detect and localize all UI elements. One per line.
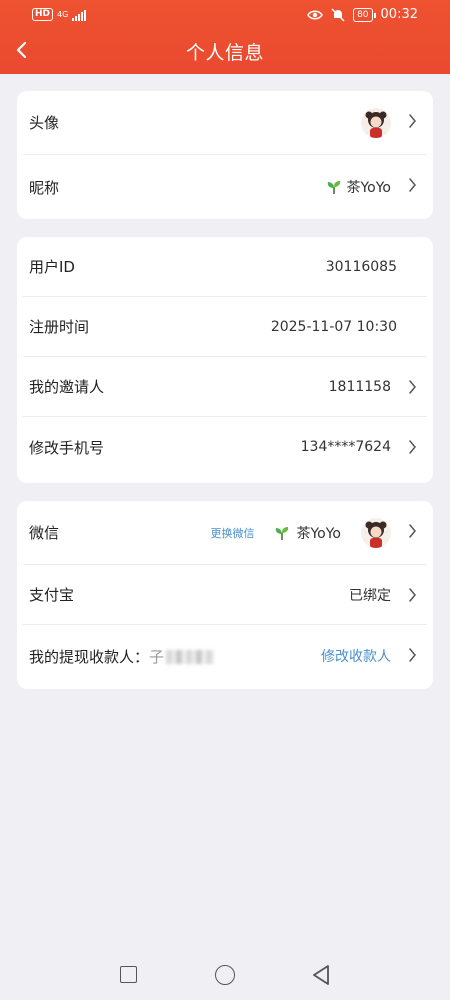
payee-row[interactable]: 我的提现收款人：子 修改收款人 [23,625,427,687]
app-header: HD 4G 80 00:32 个人信息 [0,0,450,74]
nickname-label: 昵称 [29,178,60,197]
chevron-right-icon [409,114,416,128]
mute-bell-icon [331,7,345,22]
payee-name-blurred [166,650,215,664]
alipay-status: 已绑定 [349,587,391,604]
wechat-row[interactable]: 微信 更换微信 茶YoYo [23,501,427,565]
chevron-right-icon [409,648,416,662]
signal-icon [72,9,87,21]
chevron-right-icon [409,380,416,394]
payee-label: 我的提现收款人：子 [29,646,215,667]
nickname-value: 茶YoYo [326,177,391,197]
wechat-avatar [361,517,391,548]
user-id-row: 用户ID 30116085 [23,237,427,297]
avatar [361,107,391,138]
inviter-row[interactable]: 我的邀请人 1811158 [23,357,427,417]
phone-label: 修改手机号 [29,438,105,457]
inviter-value: 1811158 [328,378,391,395]
sprout-icon [276,526,289,540]
phone-value: 134****7624 [300,439,391,455]
chevron-right-icon [409,524,416,538]
register-time-row: 注册时间 2025-11-07 10:30 [23,297,427,357]
chevron-right-icon [409,440,416,454]
home-button[interactable] [215,965,235,985]
avatar-row[interactable]: 头像 [23,91,427,155]
phone-row[interactable]: 修改手机号 134****7624 [23,417,427,477]
sprout-icon [328,181,341,194]
status-right: 80 00:32 [307,7,418,22]
chevron-right-icon [409,588,416,602]
status-left: HD 4G [32,8,87,21]
wechat-name: 茶YoYo [296,525,341,542]
payee-name-visible: 子 [149,647,165,666]
payee-label-text: 我的提现收款人： [29,647,150,666]
register-time-label: 注册时间 [29,318,90,336]
binding-card: 微信 更换微信 茶YoYo 支付宝 已绑定 我的提现收款人：子 修改收款人 [17,501,433,689]
register-time-value: 2025-11-07 10:30 [270,318,397,335]
wechat-value: 更换微信 茶YoYo [210,517,391,548]
battery-icon: 80 [353,7,377,22]
avatar-label: 头像 [29,114,60,132]
account-card: 用户ID 30116085 注册时间 2025-11-07 10:30 我的邀请… [17,237,433,483]
recent-apps-button[interactable] [120,966,137,983]
network-type: 4G [57,9,69,19]
status-time: 00:32 [380,7,418,22]
chevron-right-icon [409,178,416,192]
modify-payee-link[interactable]: 修改收款人 [321,646,391,666]
alipay-label: 支付宝 [29,586,75,604]
alipay-row[interactable]: 支付宝 已绑定 [23,565,427,625]
page-title: 个人信息 [185,42,264,64]
avatar-value [361,107,391,138]
system-nav-bar [0,945,450,1000]
eye-icon [307,10,323,19]
back-triangle-icon[interactable] [311,964,331,986]
nickname-row[interactable]: 昵称 茶YoYo [23,155,427,219]
user-id-label: 用户ID [29,258,75,276]
change-wechat-link[interactable]: 更换微信 [210,525,254,541]
status-bar: HD 4G 80 00:32 [0,0,450,30]
profile-card: 头像 昵称 茶YoYo [17,91,433,219]
inviter-label: 我的邀请人 [29,378,105,396]
hd-badge: HD [32,8,54,21]
nav-bar: 个人信息 [0,30,450,74]
user-id-value: 30116085 [325,258,397,275]
wechat-label: 微信 [29,524,60,542]
nickname-text: 茶YoYo [346,180,391,196]
